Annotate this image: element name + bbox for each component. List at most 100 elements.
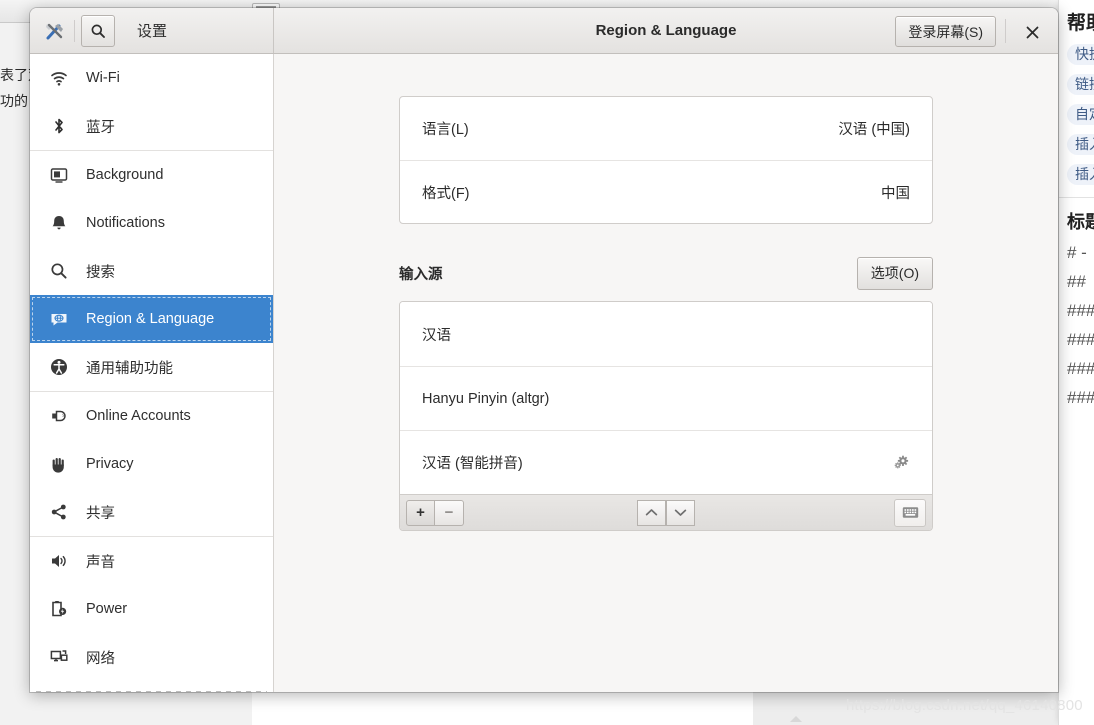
sidebar-item-label: 搜索 (86, 264, 115, 281)
input-source-label: 汉语 (智能拼音) (422, 456, 523, 472)
sidebar-item-label: Online Accounts (86, 408, 191, 424)
chevron-up-icon (645, 509, 658, 516)
input-sources-toolbar: + − (400, 494, 932, 530)
sidebar-item-bluetooth[interactable]: 蓝牙 (30, 102, 273, 150)
help-chip[interactable]: 插入 (1067, 134, 1094, 155)
close-icon (1026, 26, 1038, 38)
power-battery-icon (48, 598, 70, 620)
sidebar-item-sharing[interactable]: 共享 (30, 488, 273, 536)
sidebar-item-label: Background (86, 167, 164, 183)
format-row-label: 格式(F) (422, 185, 470, 202)
window-titlebar: 设置 Region & Language 登录屏幕(S) (30, 8, 1058, 54)
move-down-button[interactable] (666, 499, 695, 526)
background-scroll-arrow (790, 716, 802, 722)
help-heading-row: ### (1067, 359, 1094, 378)
language-row-label: 语言(L) (422, 122, 469, 138)
language-row-value: 汉语 (中国) (838, 122, 910, 138)
background-left-line: 表了双 (0, 67, 34, 83)
help-heading-row: ### (1067, 330, 1094, 349)
help-panel: 帮助 快捷 链接 自定 插入 插入 标题 # - ## ### ### ### … (1058, 0, 1094, 725)
settings-window: 设置 Region & Language 登录屏幕(S) Wi-Fi 蓝牙 Ba… (30, 8, 1058, 692)
help-panel-title: 帮助 (1067, 13, 1094, 34)
network-icon (48, 646, 70, 668)
options-button[interactable]: 选项(O) (856, 256, 933, 290)
input-sources-list: 汉语 Hanyu Pinyin (altgr) 汉语 (智能拼音) + − (399, 301, 933, 531)
privacy-hand-icon (48, 453, 70, 475)
input-source-row[interactable]: 汉语 (智能拼音) (400, 430, 932, 494)
help-chip[interactable]: 链接 (1067, 74, 1094, 95)
input-source-label: Hanyu Pinyin (altgr) (422, 390, 550, 407)
input-source-settings-gear-icon[interactable] (892, 454, 910, 472)
sidebar-item-wifi[interactable]: Wi-Fi (30, 54, 273, 102)
sidebar-item-label: 通用辅助功能 (86, 360, 173, 377)
screen: 表了双 功的 帮助 快捷 链接 自定 插入 插入 标题 # - ## ### #… (0, 0, 1094, 725)
sound-icon (48, 550, 70, 572)
locale-card: 语言(L) 汉语 (中国) 格式(F) 中国 (399, 96, 933, 224)
show-keyboard-layout-button[interactable] (894, 498, 926, 527)
help-heading-row: ### (1067, 301, 1094, 320)
sidebar-item-privacy[interactable]: Privacy (30, 440, 273, 488)
sidebar-item-label: Notifications (86, 215, 165, 231)
sidebar-bottom-edge (36, 691, 267, 692)
sidebar-item-network[interactable]: 网络 (30, 633, 273, 681)
sidebar-item-online-accounts[interactable]: s Online Accounts (30, 392, 273, 440)
help-panel-subtitle: 标题 (1067, 212, 1094, 232)
tools-icon (42, 18, 68, 44)
add-input-source-button[interactable]: + (406, 499, 435, 526)
help-chip[interactable]: 自定 (1067, 104, 1094, 125)
search-button[interactable] (81, 14, 115, 47)
titlebar-divider (1005, 19, 1006, 43)
search-icon (91, 24, 105, 38)
help-chip[interactable]: 插入 (1067, 164, 1094, 185)
help-chip[interactable]: 快捷 (1067, 44, 1094, 65)
add-remove-group: + − (406, 499, 464, 526)
input-source-row[interactable]: Hanyu Pinyin (altgr) (400, 366, 932, 430)
input-sources-header: 输入源 选项(O) (399, 256, 933, 290)
titlebar-divider (74, 19, 75, 42)
sidebar-item-power[interactable]: Power (30, 585, 273, 633)
sidebar-item-label: Wi-Fi (86, 70, 120, 86)
sidebar-item-search[interactable]: 搜索 (30, 247, 273, 295)
help-heading-row: # - (1067, 243, 1087, 262)
sidebar-item-label: Power (86, 601, 128, 617)
format-row[interactable]: 格式(F) 中国 (400, 160, 932, 223)
bell-icon (48, 212, 70, 234)
sidebar-item-label: 共享 (86, 505, 115, 522)
sidebar-item-label: Region & Language (86, 311, 215, 327)
titlebar-left-section: 设置 (30, 8, 274, 53)
sidebar-item-label: 蓝牙 (86, 119, 115, 136)
sidebar-item-background[interactable]: Background (30, 151, 273, 199)
help-heading-row: ## (1067, 272, 1086, 291)
share-icon (48, 501, 70, 523)
content-panel: 语言(L) 汉语 (中国) 格式(F) 中国 输入源 选项(O) 汉语 Hany… (399, 96, 933, 531)
sidebar-item-accessibility[interactable]: 通用辅助功能 (30, 343, 273, 391)
sidebar-item-sound[interactable]: 声音 (30, 537, 273, 585)
move-up-button[interactable] (637, 499, 666, 526)
sidebar-item-label: 声音 (86, 554, 115, 571)
background-icon (48, 164, 70, 186)
online-accounts-icon: s (48, 405, 70, 427)
help-heading-row: ### (1067, 388, 1094, 407)
svg-text:s: s (62, 411, 65, 419)
keyboard-icon (902, 507, 918, 518)
accessibility-icon (48, 356, 70, 378)
wifi-icon (48, 67, 70, 89)
close-button[interactable] (1020, 20, 1044, 44)
sidebar-item-label: Privacy (86, 456, 134, 472)
sidebar-item-region-language[interactable]: Region & Language (30, 295, 273, 343)
app-name: 设置 (137, 23, 168, 40)
input-sources-title: 输入源 (399, 266, 443, 283)
region-language-icon (48, 308, 70, 330)
format-row-value: 中国 (881, 185, 910, 202)
login-screen-button[interactable]: 登录屏幕(S) (895, 16, 996, 47)
language-row[interactable]: 语言(L) 汉语 (中国) (400, 97, 932, 160)
remove-input-source-button[interactable]: − (435, 499, 464, 526)
input-source-row[interactable]: 汉语 (400, 302, 932, 366)
input-source-label: 汉语 (422, 327, 451, 344)
titlebar-right-section: Region & Language 登录屏幕(S) (274, 8, 1058, 53)
settings-sidebar: Wi-Fi 蓝牙 Background Notifications 搜索 Reg… (30, 54, 274, 692)
chevron-down-icon (674, 509, 687, 516)
background-left-line: 功的 (0, 93, 28, 109)
sidebar-item-notifications[interactable]: Notifications (30, 199, 273, 247)
sidebar-item-label: 网络 (86, 650, 115, 667)
